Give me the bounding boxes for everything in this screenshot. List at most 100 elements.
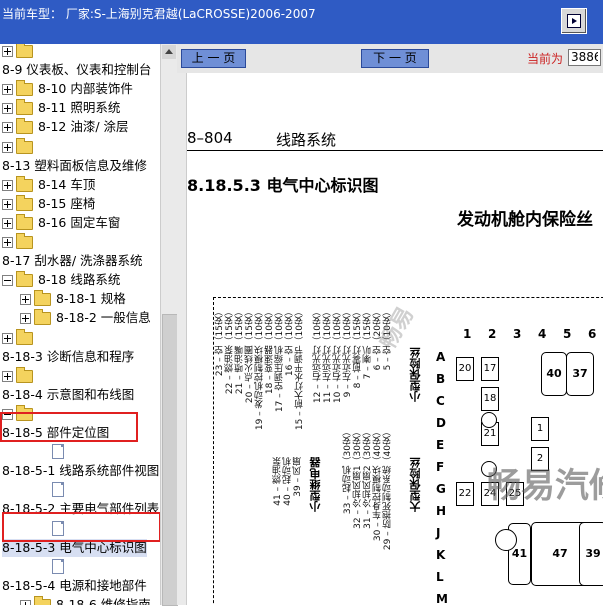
prev-page-label: 上 一 页 bbox=[191, 51, 236, 65]
folder-icon bbox=[16, 214, 33, 230]
tree-item[interactable]: 8-9 仪表板、仪表和控制台 bbox=[0, 61, 160, 79]
expand-icon[interactable] bbox=[2, 46, 13, 57]
fuse-legend-entry: 16 – 空（10安） bbox=[285, 307, 295, 377]
folder-icon bbox=[16, 176, 33, 192]
tree-item[interactable]: 8-13 塑料面板信息及维修 bbox=[0, 157, 160, 175]
page-heading: 8.18.5.3 电气中心标识图 bbox=[187, 176, 379, 195]
next-page-button[interactable]: 下 一 页 bbox=[361, 49, 429, 68]
tree-item[interactable]: 8-18-5-1 线路系统部件视图 bbox=[0, 462, 160, 480]
tree-item[interactable]: 8-18 线路系统 bbox=[0, 271, 160, 289]
tree-item[interactable] bbox=[0, 481, 160, 499]
current-page-input[interactable] bbox=[568, 49, 601, 66]
tree-item[interactable]: 8-12 油漆/ 涂层 bbox=[0, 118, 160, 136]
document-icon bbox=[52, 482, 64, 497]
tree-item[interactable]: 8-18-1 规格 bbox=[0, 290, 160, 308]
relay-legend-entry: 39 – 风扇 bbox=[293, 457, 303, 497]
tree-item[interactable]: 8-18-3 诊断信息和程序 bbox=[0, 348, 160, 366]
tree-item[interactable]: 8-11 照明系统 bbox=[0, 99, 160, 117]
tree-item[interactable] bbox=[0, 233, 160, 251]
fuse-legend-entry: 7 – 喇叭（15安） bbox=[363, 307, 373, 380]
page-navigation-bar: 上 一 页 下 一 页 当前为 bbox=[177, 44, 603, 73]
fuse-legend-entry: 19 – 发动机控制模块（10安） bbox=[255, 307, 265, 431]
title-bar: 当前车型： 厂家:S-上海别克君越(LaCROSSE)2006-2007 bbox=[0, 0, 603, 44]
tree-item[interactable] bbox=[0, 138, 160, 156]
tree-item[interactable]: 8-17 刮水器/ 洗涤器系统 bbox=[0, 252, 160, 270]
expand-icon[interactable] bbox=[2, 122, 13, 133]
folder-icon bbox=[16, 44, 33, 58]
expand-icon[interactable] bbox=[2, 199, 13, 210]
folder-icon bbox=[16, 233, 33, 249]
row-label: J bbox=[436, 526, 441, 540]
next-page-label: 下 一 页 bbox=[373, 51, 417, 65]
header-rule bbox=[187, 150, 603, 151]
mounting-hole bbox=[481, 412, 497, 428]
expand-icon[interactable] bbox=[2, 180, 13, 191]
expand-icon[interactable] bbox=[20, 313, 31, 324]
tree-item[interactable]: 8-16 固定车窗 bbox=[0, 214, 160, 232]
viewer-splitter[interactable] bbox=[177, 73, 187, 605]
fuse: 20 bbox=[456, 357, 474, 381]
category-tree: 8-9 仪表板、仪表和控制台 8-10 内部装饰件 8-11 照明系统 8-12 油漆… bbox=[0, 44, 160, 605]
tree-item[interactable]: 8-14 车顶 bbox=[0, 176, 160, 194]
tree-item-label: 8-9 仪表板、仪表和控制台 bbox=[2, 62, 152, 77]
fuse-legend-entry: 18 – 变速器（10安） bbox=[265, 307, 275, 395]
tree-item[interactable] bbox=[0, 443, 160, 461]
large-fuse-legend-entry: 32 – 冷却风扇1（30安） bbox=[353, 427, 363, 529]
fuse-legend-entry: 21 – 喷油嘴（15安） bbox=[235, 307, 245, 395]
expand-icon[interactable] bbox=[20, 294, 31, 305]
tree-item-label: 8-14 车顶 bbox=[38, 177, 96, 192]
expand-icon[interactable] bbox=[20, 600, 31, 605]
tree-item-label: 8-10 内部装饰件 bbox=[38, 81, 133, 96]
tree-item[interactable]: 8-18-6 维修指南 bbox=[0, 596, 160, 605]
expand-icon[interactable] bbox=[2, 142, 13, 153]
prev-page-button[interactable]: 上 一 页 bbox=[181, 49, 246, 68]
tree-item-label: 8-13 塑料面板信息及维修 bbox=[2, 158, 147, 173]
fuse-legend-entry: 8 – 前雾灯（15安） bbox=[353, 307, 363, 389]
tree-scrollbar[interactable] bbox=[160, 44, 178, 606]
tree-item[interactable]: 8-18-4 示意图和布线图 bbox=[0, 386, 160, 404]
tree-item-label: 8-18-2 一般信息 bbox=[56, 310, 151, 325]
folder-icon bbox=[16, 329, 33, 345]
large-fuse-legend-entry: 33 – 起动机（30安） bbox=[343, 427, 353, 515]
row-label: B bbox=[436, 372, 446, 386]
scroll-up-icon[interactable] bbox=[162, 45, 176, 59]
column-number: 2 bbox=[488, 327, 497, 341]
exit-button[interactable] bbox=[561, 8, 587, 34]
highlight-box-component-locator bbox=[0, 412, 138, 442]
tree-item-label: 8-18 线路系统 bbox=[38, 272, 121, 287]
small-relays-title: 小型继电器 bbox=[309, 457, 322, 512]
tree-item[interactable] bbox=[0, 44, 160, 60]
fuse-legend-entry: 12 – 右远光灯（10安） bbox=[313, 307, 323, 404]
fuse-legend-entry: 17 – 空调压缩机（10安） bbox=[275, 307, 285, 413]
tree-item[interactable] bbox=[0, 367, 160, 385]
expand-icon[interactable] bbox=[2, 84, 13, 95]
scroll-thumb[interactable] bbox=[162, 314, 178, 606]
expand-icon[interactable] bbox=[2, 237, 13, 248]
relay: 39 bbox=[579, 522, 603, 586]
row-label: L bbox=[436, 570, 444, 584]
folder-icon bbox=[34, 596, 51, 605]
tree-item[interactable] bbox=[0, 558, 160, 576]
tree-item[interactable]: 8-18-2 一般信息 bbox=[0, 309, 160, 327]
expand-icon[interactable] bbox=[2, 218, 13, 229]
tree-item[interactable] bbox=[0, 329, 160, 347]
expand-icon[interactable] bbox=[2, 103, 13, 114]
tree-item-label: 8-17 刮水器/ 洗涤器系统 bbox=[2, 253, 143, 268]
row-label: H bbox=[436, 504, 447, 518]
tree-item-label: 8-18-6 维修指南 bbox=[56, 597, 151, 605]
expand-icon[interactable] bbox=[2, 333, 13, 344]
tree-item[interactable]: 8-10 内部装饰件 bbox=[0, 80, 160, 98]
expand-icon[interactable] bbox=[2, 371, 13, 382]
fuse: 18 bbox=[481, 387, 499, 411]
fuse: 22 bbox=[456, 482, 474, 506]
folder-icon bbox=[16, 99, 33, 115]
relay-legend-entry: 41 – 燃油泵 bbox=[273, 457, 283, 506]
tree-item[interactable]: 8-15 座椅 bbox=[0, 195, 160, 213]
fuse-legend-entry: 15 – 前大灯水平调节（10安） bbox=[295, 307, 305, 431]
tree-item-label: 8-18-5-1 线路系统部件视图 bbox=[2, 463, 160, 478]
tree-item[interactable]: 8-18-5-4 电源和接地部件 bbox=[0, 577, 160, 595]
document-icon bbox=[52, 444, 64, 459]
collapse-icon[interactable] bbox=[2, 275, 13, 286]
folder-icon bbox=[16, 118, 33, 134]
tree-item-label: 8-16 固定车窗 bbox=[38, 215, 121, 230]
